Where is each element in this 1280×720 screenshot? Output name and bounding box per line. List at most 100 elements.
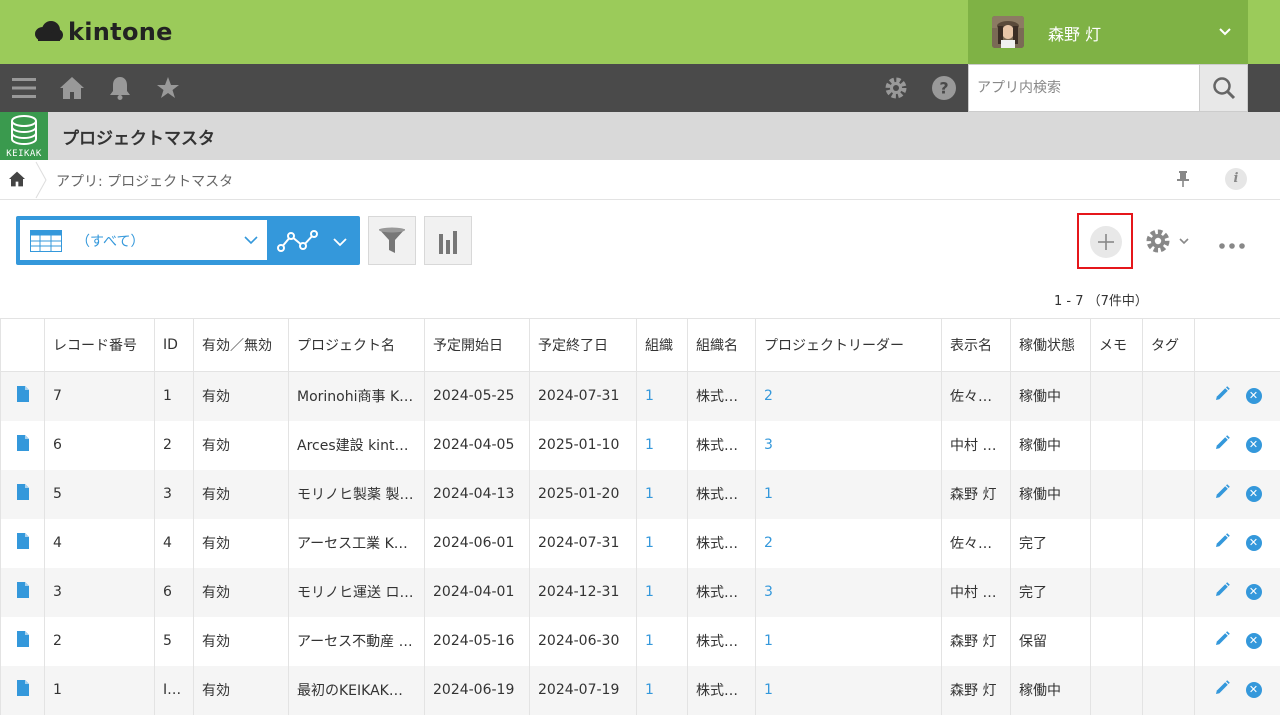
record-table: レコード番号 ID 有効／無効 プロジェクト名 予定開始日 予定終了日 組織 組… — [0, 318, 1280, 715]
delete-icon[interactable]: ✕ — [1245, 486, 1262, 502]
table-cell[interactable]: 1 — [636, 420, 688, 470]
info-icon[interactable]: i — [1225, 168, 1247, 190]
star-icon[interactable] — [156, 76, 180, 100]
record-detail-link[interactable] — [0, 665, 45, 715]
edit-button[interactable] — [1214, 582, 1230, 602]
table-row[interactable]: 4 4 有効 アーセス工業 KE… 2024-06-01 2024-07-31 1 株式… 2 佐… — [0, 518, 1280, 568]
app-icon[interactable]: KEIKAK — [0, 112, 48, 160]
edit-button[interactable] — [1214, 680, 1230, 700]
plus-icon — [1098, 234, 1114, 250]
header-cell[interactable]: メモ — [1090, 318, 1143, 372]
table-cell: 稼働中 — [1010, 469, 1091, 519]
header-cell[interactable]: プロジェクトリーダー — [755, 318, 942, 372]
header-cell[interactable]: 組織 — [636, 318, 688, 372]
record-detail-link[interactable] — [0, 616, 45, 666]
edit-button[interactable] — [1214, 484, 1230, 504]
delete-icon[interactable]: ✕ — [1245, 682, 1262, 698]
table-cell[interactable]: 1 — [755, 616, 942, 666]
chevron-down-icon[interactable] — [332, 234, 348, 250]
delete-icon[interactable]: ✕ — [1245, 584, 1262, 600]
row-actions: ✕ — [1194, 469, 1280, 519]
table-cell[interactable]: 1 — [636, 518, 688, 568]
header-cell[interactable]: ID — [154, 318, 194, 372]
delete-icon[interactable]: ✕ — [1245, 437, 1262, 453]
table-row[interactable]: 7 1 有効 Morinohi商事 K… 2024-05-25 2024-07-31 1 株式… — [0, 371, 1280, 421]
table-cell[interactable]: 2 — [755, 371, 942, 421]
table-cell[interactable]: 3 — [755, 567, 942, 617]
table-cell[interactable]: 1 — [636, 567, 688, 617]
edit-button[interactable] — [1214, 533, 1230, 553]
graph-icon[interactable] — [277, 228, 319, 254]
table-cell: 6 — [44, 420, 155, 470]
record-detail-icon — [16, 631, 29, 647]
header-cell[interactable]: 稼働状態 — [1010, 318, 1091, 372]
table-cell: 5 — [154, 616, 194, 666]
record-detail-link[interactable] — [0, 371, 45, 421]
bell-icon[interactable] — [108, 76, 132, 100]
header-cell[interactable]: タグ — [1142, 318, 1195, 372]
table-cell[interactable]: 1 — [755, 665, 942, 715]
record-detail-link[interactable] — [0, 567, 45, 617]
edit-icon[interactable] — [1214, 680, 1230, 696]
more-icon — [1219, 243, 1245, 249]
table-cell: 中村 … — [941, 420, 1011, 470]
table-cell — [1142, 469, 1195, 519]
edit-icon[interactable] — [1214, 631, 1230, 647]
menu-icon[interactable] — [12, 76, 36, 100]
table-cell: 2024-04-01 — [424, 567, 530, 617]
edit-icon[interactable] — [1214, 435, 1230, 451]
edit-icon[interactable] — [1214, 386, 1230, 402]
delete-icon[interactable]: ✕ — [1245, 535, 1262, 551]
header-cell[interactable]: プロジェクト名 — [288, 318, 425, 372]
header-cell[interactable]: レコード番号 — [44, 318, 155, 372]
table-row[interactable]: 3 6 有効 モリノヒ運送 ロ… 2024-04-01 2024-12-31 1 株式… 3 中村… — [0, 567, 1280, 617]
header-cell[interactable]: 予定開始日 — [424, 318, 530, 372]
table-row[interactable]: 1 I… 有効 最初のKEIKAKプ… 2024-06-19 2024-07-19 1 株式…… — [0, 665, 1280, 715]
gear-icon[interactable] — [884, 76, 908, 100]
add-record-button[interactable] — [1090, 226, 1122, 258]
app-settings-button[interactable] — [1144, 227, 1190, 259]
record-detail-link[interactable] — [0, 518, 45, 568]
table-cell: 佐々… — [941, 371, 1011, 421]
edit-button[interactable] — [1214, 631, 1230, 651]
edit-button[interactable] — [1214, 435, 1230, 455]
header-cell[interactable]: 有効／無効 — [193, 318, 289, 372]
edit-button[interactable] — [1214, 386, 1230, 406]
app-search-input[interactable] — [968, 64, 1200, 112]
table-row[interactable]: 6 2 有効 Arces建設 kinto… 2024-04-05 2025-01-10 1 株… — [0, 420, 1280, 470]
breadcrumb-home-icon[interactable] — [9, 171, 25, 187]
delete-icon[interactable]: ✕ — [1245, 633, 1262, 649]
edit-icon[interactable] — [1214, 582, 1230, 598]
header-cell[interactable]: 組織名 — [687, 318, 756, 372]
table-cell[interactable]: 1 — [636, 665, 688, 715]
record-detail-link[interactable] — [0, 469, 45, 519]
record-detail-link[interactable] — [0, 420, 45, 470]
header-cell[interactable]: 予定終了日 — [529, 318, 637, 372]
table-row[interactable]: 2 5 有効 アーセス不動産 … 2024-05-16 2024-06-30 1 株式… 1 森野… — [0, 616, 1280, 666]
table-cell[interactable]: 1 — [755, 469, 942, 519]
pin-icon[interactable] — [1175, 170, 1191, 188]
edit-icon[interactable] — [1214, 533, 1230, 549]
table-cell: 有効 — [193, 665, 289, 715]
more-options-button[interactable] — [1218, 236, 1246, 255]
chart-button[interactable] — [424, 216, 472, 265]
header-cell[interactable]: 表示名 — [941, 318, 1011, 372]
search-button[interactable] — [1200, 64, 1248, 112]
record-detail-icon — [16, 533, 29, 549]
table-cell[interactable]: 3 — [755, 420, 942, 470]
table-cell[interactable]: 1 — [636, 616, 688, 666]
breadcrumb-app-link[interactable]: アプリ: プロジェクトマスタ — [56, 171, 233, 191]
table-cell[interactable]: 1 — [636, 469, 688, 519]
delete-icon[interactable]: ✕ — [1245, 388, 1262, 405]
edit-icon[interactable] — [1214, 484, 1230, 500]
home-icon[interactable] — [60, 76, 84, 100]
filter-button[interactable] — [368, 216, 416, 265]
logo-text: kintone — [68, 18, 173, 46]
user-menu[interactable]: 森野 灯 — [968, 0, 1248, 64]
kintone-logo[interactable]: kintone — [34, 17, 173, 47]
table-cell[interactable]: 2 — [755, 518, 942, 568]
table-cell: 中村 … — [941, 567, 1011, 617]
table-cell[interactable]: 1 — [636, 371, 688, 421]
help-icon[interactable]: ? — [932, 76, 956, 100]
table-row[interactable]: 5 3 有効 モリノヒ製薬 製… 2024-04-13 2025-01-20 1 株式… 1 森野… — [0, 469, 1280, 519]
